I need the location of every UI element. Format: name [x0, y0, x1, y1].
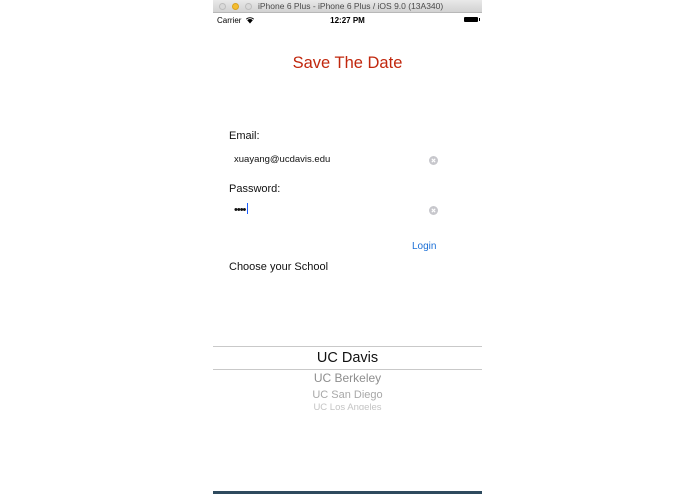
password-dots: •••• [234, 204, 246, 216]
picker-option[interactable]: UC Los Angeles [213, 402, 482, 410]
picker-option[interactable]: UC San Diego [213, 389, 482, 402]
ios-status-bar: Carrier 12:27 PM [213, 13, 482, 27]
email-value: xuayang@ucdavis.edu [234, 154, 331, 165]
clear-text-icon[interactable] [429, 156, 438, 165]
close-window-button[interactable] [219, 3, 226, 10]
window-title-bar[interactable]: iPhone 6 Plus - iPhone 6 Plus / iOS 9.0 … [213, 0, 482, 13]
app-title: Save The Date [292, 54, 403, 72]
clear-text-icon[interactable] [429, 206, 438, 215]
zoom-window-button[interactable] [245, 3, 252, 10]
picker-option[interactable]: UC Berkeley [213, 371, 482, 385]
password-label: Password: [229, 183, 281, 195]
password-value-wrap: •••• [234, 201, 249, 220]
text-caret [247, 203, 249, 214]
school-picker[interactable]: UC Davis UC Berkeley UC San Diego UC Los… [213, 344, 482, 416]
picker-selection-top-line [213, 346, 482, 347]
status-time: 12:27 PM [330, 16, 365, 25]
email-label: Email: [229, 130, 260, 142]
picker-option-selected[interactable]: UC Davis [213, 349, 482, 367]
picker-selection-bottom-line [213, 369, 482, 370]
email-field[interactable]: xuayang@ucdavis.edu [229, 151, 442, 169]
choose-school-label: Choose your School [229, 261, 329, 273]
battery-icon [464, 17, 480, 22]
minimize-window-button[interactable] [232, 3, 239, 10]
login-button[interactable]: Login [412, 240, 436, 253]
password-field[interactable]: •••• [229, 201, 442, 219]
window-title: iPhone 6 Plus - iPhone 6 Plus / iOS 9.0 … [258, 1, 444, 11]
simulator-window: iPhone 6 Plus - iPhone 6 Plus / iOS 9.0 … [213, 0, 482, 494]
